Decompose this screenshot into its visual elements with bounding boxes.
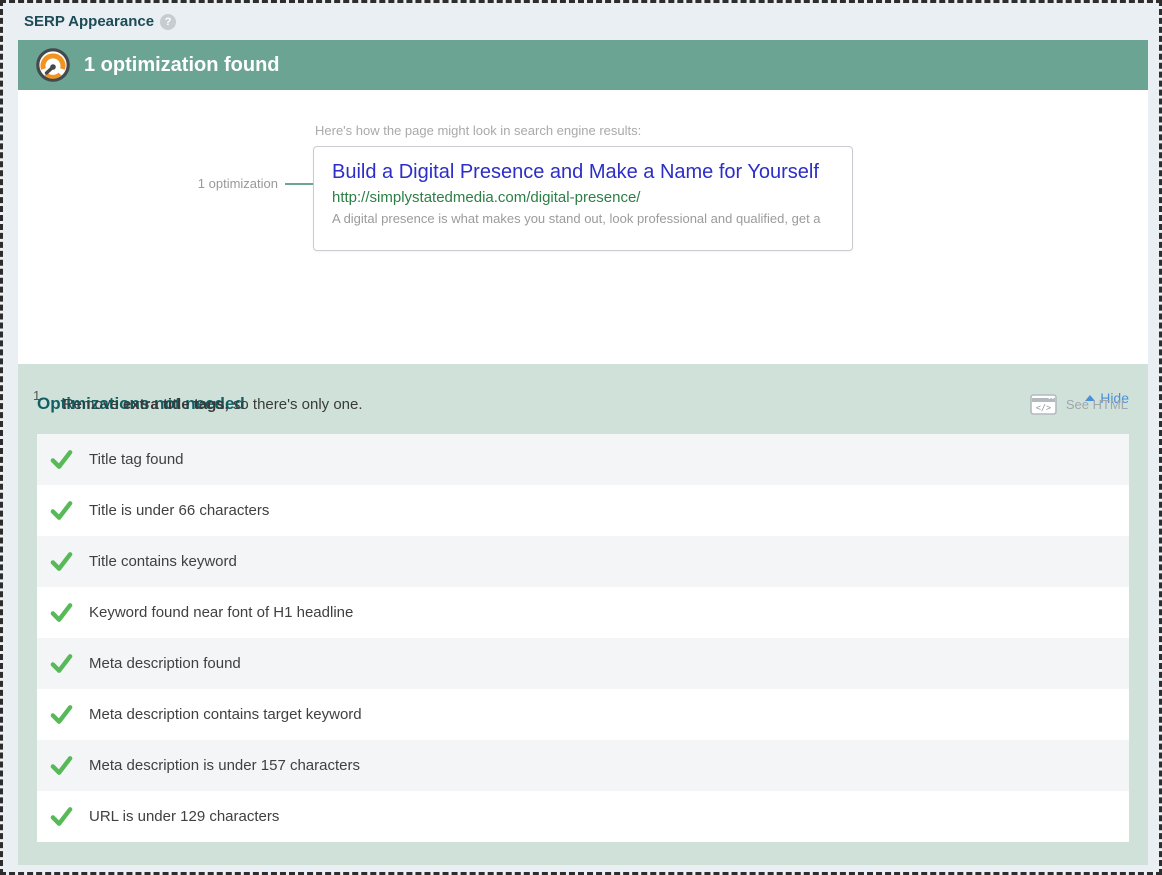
list-item: Keyword found near font of H1 headline: [37, 587, 1129, 638]
list-item: Meta description contains target keyword: [37, 689, 1129, 740]
section-header: SERP Appearance ?: [3, 3, 1159, 40]
code-window-icon: </>: [1030, 394, 1057, 415]
serp-result-url: http://simplystatedmedia.com/digital-pre…: [332, 189, 641, 206]
checkmark-icon: [50, 807, 73, 826]
checkmark-icon: [50, 756, 73, 775]
serp-preview-box: Build a Digital Presence and Make a Name…: [313, 146, 853, 251]
list-item-label: Meta description found: [89, 655, 241, 672]
list-item-label: Keyword found near font of H1 headline: [89, 604, 354, 621]
checkmark-icon: [50, 501, 73, 520]
checkmark-icon: [50, 603, 73, 622]
recommendation-row: 1. Remove extra title tags, so there's o…: [33, 388, 1128, 415]
list-item: Title tag found: [37, 434, 1129, 485]
optimizations-checklist: Title tag found Title is under 66 charac…: [37, 434, 1129, 842]
svg-text:</>: </>: [1036, 404, 1051, 414]
optimization-callout: 1 optimization: [138, 176, 328, 191]
list-item-label: Title is under 66 characters: [89, 502, 270, 519]
serp-preview-hint: Here's how the page might look in search…: [315, 123, 642, 138]
list-item: Title contains keyword: [37, 536, 1129, 587]
checkmark-icon: [50, 450, 73, 469]
list-item-label: URL is under 129 characters: [89, 808, 280, 825]
optimizations-not-needed-panel: Optimizations not needed Hide Title tag …: [18, 364, 1148, 865]
list-item-label: Meta description is under 157 characters: [89, 757, 360, 774]
checkmark-icon: [50, 654, 73, 673]
recommendation-number: 1.: [33, 388, 44, 403]
serp-preview-area: Here's how the page might look in search…: [18, 90, 1148, 415]
list-item-label: Title contains keyword: [89, 553, 237, 570]
page-title: SERP Appearance: [24, 13, 155, 30]
see-html-button[interactable]: </> See HTML: [1030, 394, 1128, 415]
list-item: Title is under 66 characters: [37, 485, 1129, 536]
list-item-label: Meta description contains target keyword: [89, 706, 362, 723]
serp-card: 1 optimization found Here's how the page…: [18, 40, 1148, 865]
recommendation-text: Remove extra title tags, so there's only…: [62, 396, 363, 413]
serp-appearance-section: SERP Appearance ? 1 optimization found H…: [0, 0, 1162, 875]
help-icon[interactable]: ?: [160, 13, 177, 30]
callout-label: 1 optimization: [197, 176, 278, 191]
optimization-count-banner: 1 optimization found: [18, 40, 1148, 90]
list-item: Meta description is under 157 characters: [37, 740, 1129, 791]
serp-result-description: A digital presence is what makes you sta…: [332, 211, 821, 226]
serp-result-title: Build a Digital Presence and Make a Name…: [332, 161, 819, 183]
checkmark-icon: [50, 552, 73, 571]
list-item: Meta description found: [37, 638, 1129, 689]
gauge-icon: [36, 48, 70, 82]
list-item-label: Title tag found: [89, 451, 184, 468]
checkmark-icon: [50, 705, 73, 724]
see-html-label: See HTML: [1065, 397, 1128, 412]
list-item: URL is under 129 characters: [37, 791, 1129, 842]
optimization-count-label: 1 optimization found: [84, 53, 280, 76]
